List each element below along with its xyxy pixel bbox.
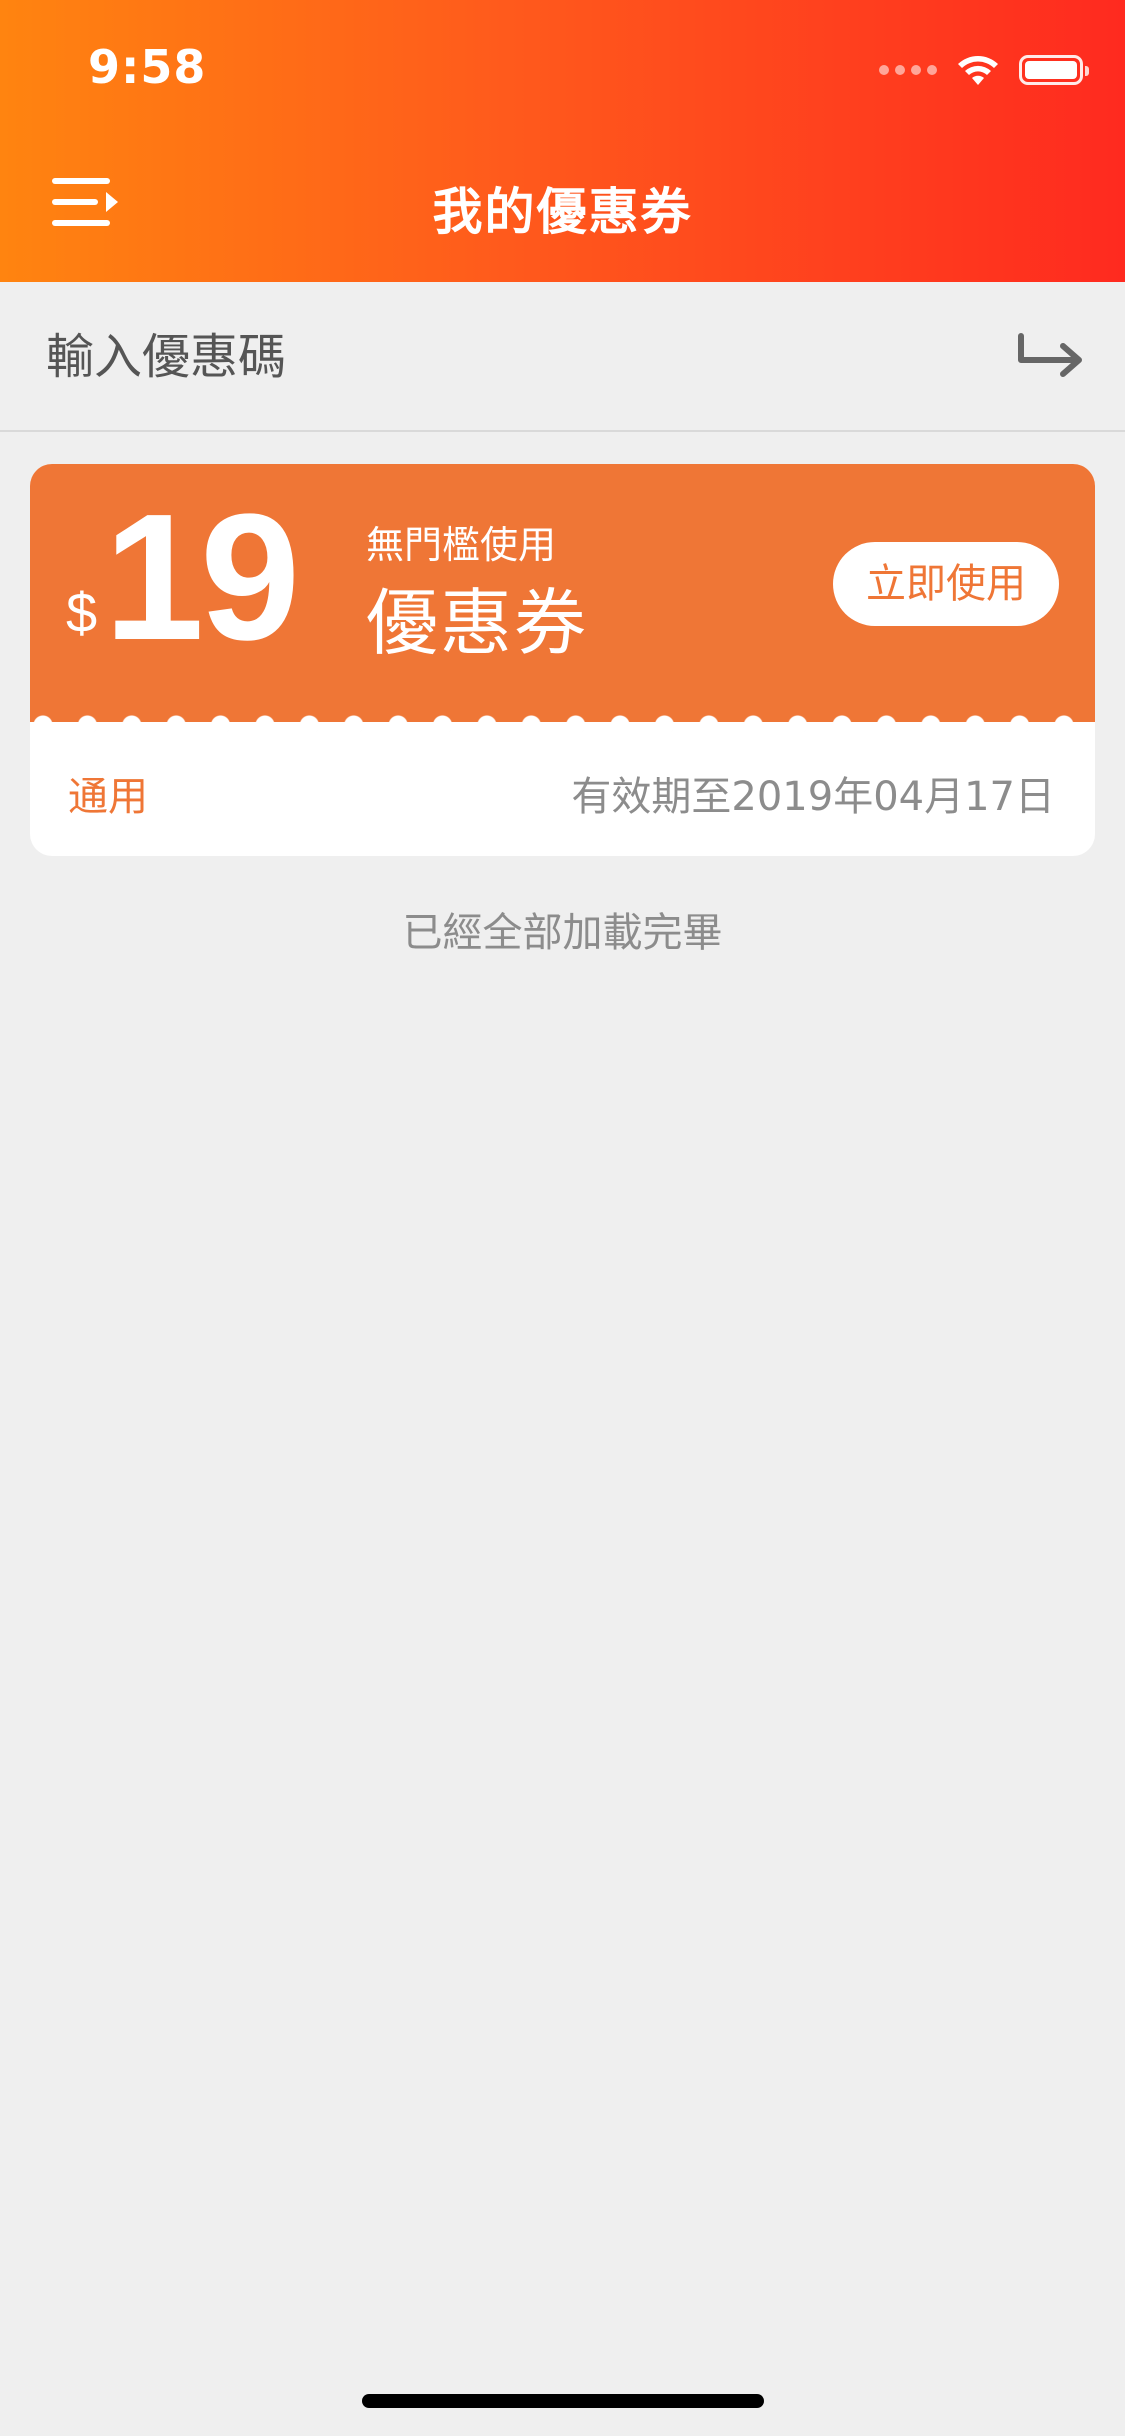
coupon-scope: 通用	[68, 774, 148, 820]
header: 9:58 我的優惠券	[0, 0, 1125, 282]
home-indicator[interactable]	[362, 2394, 764, 2408]
coupons-screen: 9:58 我的優惠券 輸入優惠碼 $ 19 無門檻使用 優惠券 立即使用 通用 …	[0, 0, 1125, 2436]
page-title: 我的優惠券	[432, 183, 693, 241]
list-end-message: 已經全部加載完畢	[402, 910, 723, 956]
status-time: 9:58	[88, 40, 207, 94]
coupon-condition: 無門檻使用	[366, 523, 557, 567]
coupon-card: $ 19 無門檻使用 優惠券 立即使用 通用 有效期至2019年04月17日	[30, 464, 1095, 856]
coupon-type-label: 優惠券	[366, 581, 589, 665]
wifi-icon	[955, 53, 1001, 87]
promo-code-row	[0, 282, 1125, 432]
status-indicators	[879, 50, 1089, 90]
promo-code-input[interactable]	[46, 322, 946, 392]
redeem-arrow-icon[interactable]	[1015, 326, 1085, 386]
coupon-expiry: 有效期至2019年04月17日	[571, 774, 1055, 820]
use-now-button[interactable]: 立即使用	[833, 542, 1059, 626]
coupon-amount: 19	[104, 477, 300, 678]
currency-symbol: $	[66, 581, 98, 644]
battery-icon	[1019, 55, 1089, 85]
coupon-scallop-edge	[30, 714, 1095, 736]
cellular-signal-icon	[879, 65, 937, 75]
coupon-header: $ 19 無門檻使用 優惠券 立即使用	[30, 464, 1095, 722]
